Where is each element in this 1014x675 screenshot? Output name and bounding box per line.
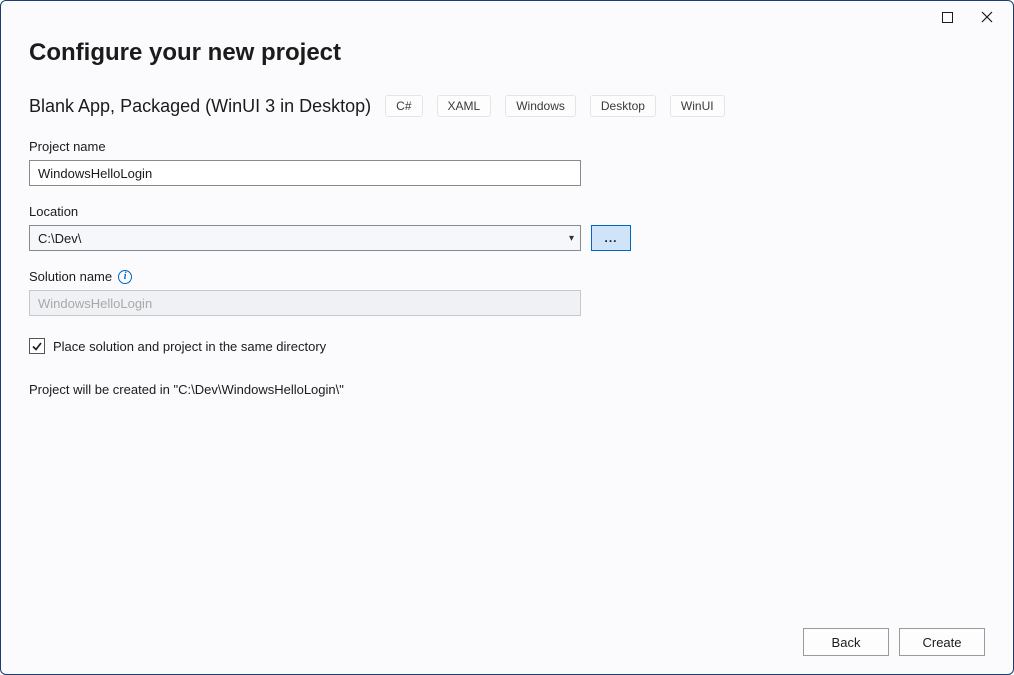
creation-path-summary: Project will be created in "C:\Dev\Windo… (29, 382, 985, 397)
footer: Back Create (1, 628, 1013, 674)
same-directory-row: Place solution and project in the same d… (29, 338, 985, 354)
tag: C# (385, 95, 422, 117)
project-name-input[interactable] (29, 160, 581, 186)
tag: Windows (505, 95, 576, 117)
solution-name-label-text: Solution name (29, 269, 112, 284)
solution-name-group: Solution name i (29, 269, 985, 316)
tag: Desktop (590, 95, 656, 117)
browse-button[interactable]: ... (591, 225, 631, 251)
location-combobox[interactable]: C:\Dev\ ▾ (29, 225, 581, 251)
location-value: C:\Dev\ (38, 231, 81, 246)
tag: XAML (437, 95, 492, 117)
template-name: Blank App, Packaged (WinUI 3 in Desktop) (29, 96, 371, 117)
solution-name-input (29, 290, 581, 316)
maximize-button[interactable] (927, 3, 967, 31)
create-button[interactable]: Create (899, 628, 985, 656)
close-button[interactable] (967, 3, 1007, 31)
titlebar (1, 1, 1013, 33)
content-area: Configure your new project Blank App, Pa… (1, 33, 1013, 628)
same-directory-label: Place solution and project in the same d… (53, 339, 326, 354)
solution-name-label: Solution name i (29, 269, 985, 284)
location-label: Location (29, 204, 985, 219)
project-name-group: Project name (29, 139, 985, 186)
same-directory-checkbox[interactable] (29, 338, 45, 354)
info-icon[interactable]: i (118, 270, 132, 284)
project-name-label: Project name (29, 139, 985, 154)
back-button[interactable]: Back (803, 628, 889, 656)
location-group: Location C:\Dev\ ▾ ... (29, 204, 985, 251)
template-row: Blank App, Packaged (WinUI 3 in Desktop)… (29, 95, 985, 117)
dialog-window: Configure your new project Blank App, Pa… (0, 0, 1014, 675)
chevron-down-icon: ▾ (569, 233, 574, 244)
close-icon (981, 11, 993, 23)
page-title: Configure your new project (29, 39, 985, 67)
maximize-icon (942, 12, 953, 23)
tag: WinUI (670, 95, 725, 117)
check-icon (31, 340, 43, 352)
